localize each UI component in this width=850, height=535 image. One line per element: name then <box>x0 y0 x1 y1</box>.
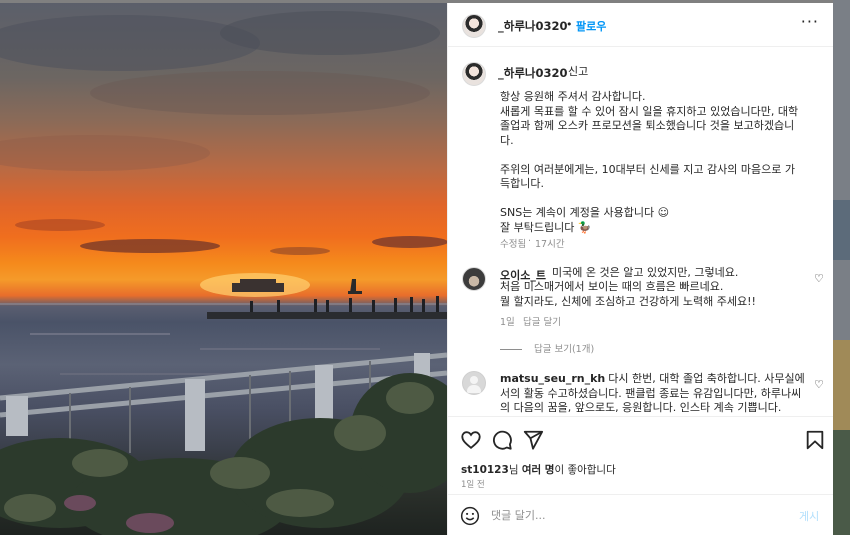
caption-text: 항상 응원해 주셔서 감사합니다. 새롭게 목표를 할 수 있어 잠시 일을 휴… <box>500 90 799 234</box>
likes-suffix: 이 좋아합니다 <box>554 464 616 476</box>
comment-input[interactable] <box>491 505 781 525</box>
author-avatar[interactable] <box>462 14 486 38</box>
commenter-avatar[interactable] <box>462 267 486 291</box>
edited-label: 수정됨 <box>500 239 527 250</box>
post-header: _하루나0320 • 팔로우 ··· <box>448 3 833 47</box>
comment-text-continued: 처음 미스매거에서 보이는 때의 흐름은 빠르네요. 뭘 할지라도, 신체에 조… <box>500 280 756 308</box>
heart-icon[interactable] <box>460 429 482 451</box>
author-username[interactable]: _하루나0320 <box>498 18 568 34</box>
more-options-icon[interactable]: ··· <box>801 13 819 31</box>
commenter-avatar[interactable] <box>462 371 486 395</box>
comment-like-heart-icon[interactable]: ♡ <box>814 378 824 391</box>
view-replies-button[interactable]: 답글 보기(1개) <box>500 341 594 355</box>
action-bar: st10123님 여러 명이 좋아합니다 1일 전 <box>448 416 833 494</box>
share-icon[interactable] <box>522 429 544 451</box>
header-separator: • <box>566 18 573 31</box>
liker-username[interactable]: st10123 <box>461 464 509 476</box>
likes-count[interactable]: 여러 명 <box>522 464 555 476</box>
post-photo <box>0 3 447 535</box>
meta-separator: · <box>528 236 532 247</box>
caption-avatar[interactable] <box>462 62 486 86</box>
post-button[interactable]: 게시 <box>799 508 819 524</box>
likes-mid: 님 <box>508 464 522 476</box>
commenter-username[interactable]: matsu_seu_rn_kh <box>500 372 605 385</box>
comment-icon[interactable] <box>491 429 513 451</box>
post-time: 1일 전 <box>461 480 485 490</box>
backdrop-right <box>833 0 850 535</box>
comment-time: 1일 <box>500 317 515 328</box>
comment-like-heart-icon[interactable]: ♡ <box>814 272 824 285</box>
likes-summary[interactable]: st10123님 여러 명이 좋아합니다 <box>461 462 616 477</box>
report-link[interactable]: 신고 <box>568 65 588 80</box>
view-replies-label: 답글 보기(1개) <box>534 344 595 355</box>
emoji-icon[interactable] <box>460 506 480 526</box>
comment-bar: 게시 <box>448 494 833 535</box>
post-panel: _하루나0320 • 팔로우 ··· _하루나0320 신고 항상 응원해 주셔… <box>447 3 833 535</box>
caption-username[interactable]: _하루나0320 <box>498 65 568 81</box>
follow-button[interactable]: 팔로우 <box>576 18 606 34</box>
bookmark-icon[interactable] <box>804 429 826 451</box>
comment-text: matsu_seu_rn_kh 다시 한번, 대학 졸업 축하합니다. 사무실에서… <box>500 372 805 416</box>
caption-time: 17시간 <box>535 239 565 250</box>
replies-line <box>500 349 522 350</box>
reply-button[interactable]: 답글 달기 <box>523 314 561 328</box>
